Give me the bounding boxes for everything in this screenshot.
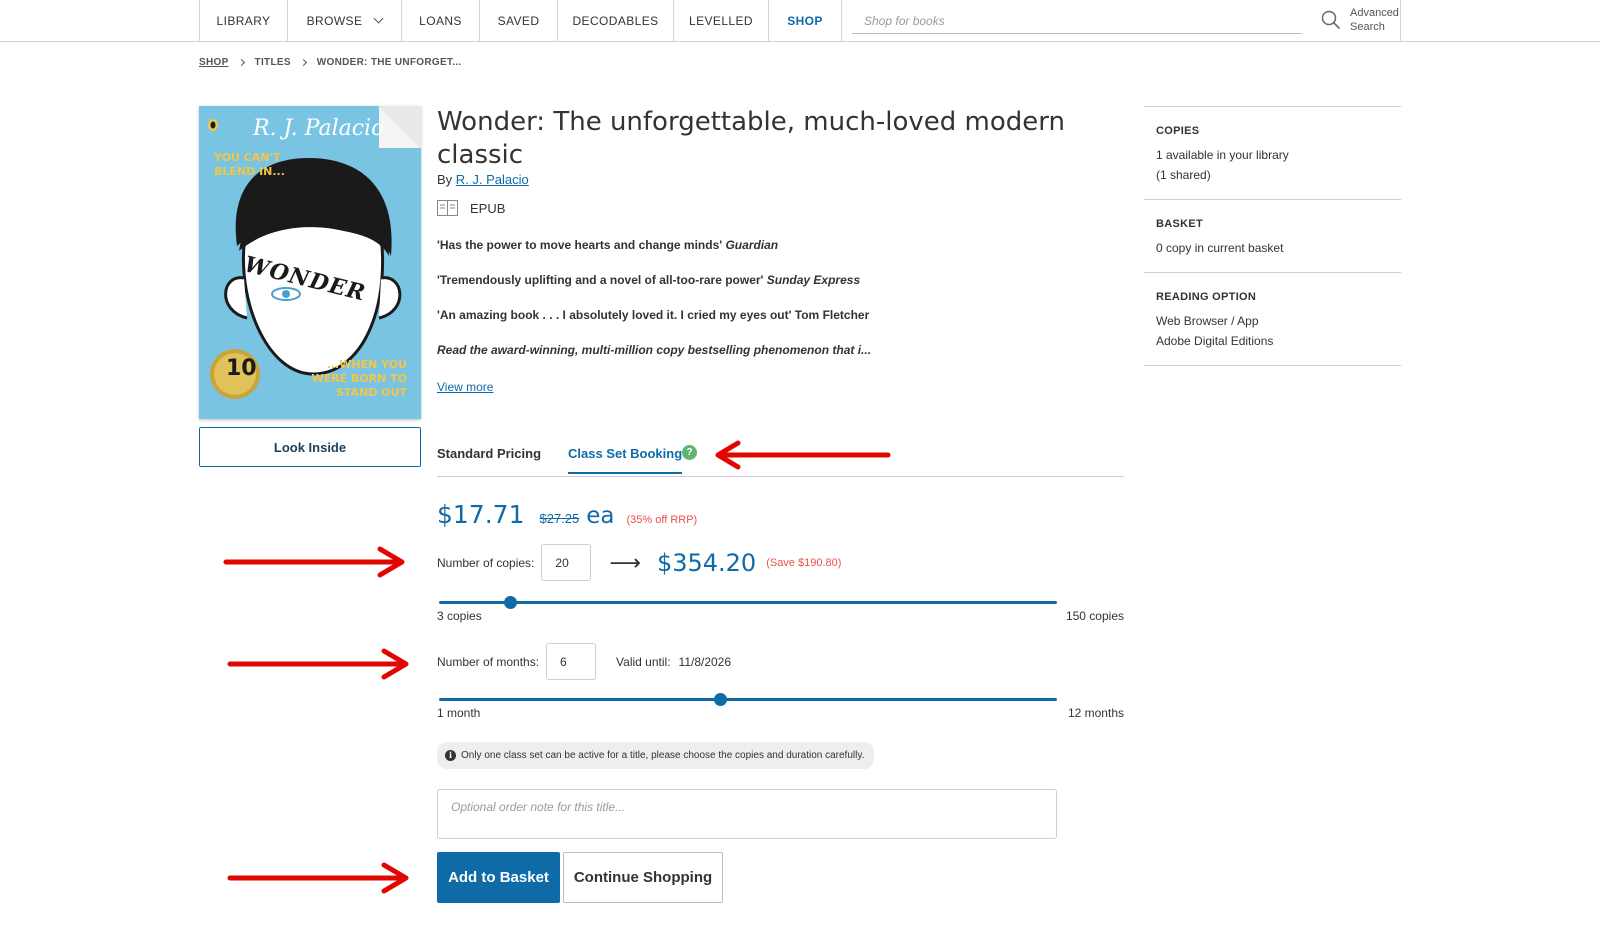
- unit-price: $17.71: [437, 500, 525, 529]
- copies-max-label: 150 copies: [1065, 609, 1124, 623]
- add-to-basket-button[interactable]: Add to Basket: [437, 852, 560, 903]
- valid-until-label: Valid until:: [616, 654, 671, 669]
- look-inside-button[interactable]: Look Inside: [199, 427, 421, 467]
- copies-slider[interactable]: [439, 595, 1057, 609]
- top-navigation: LIBRARY BROWSE LOANS SAVED DECODABLES LEVELLE…: [0, 0, 1600, 42]
- copies-slider-handle[interactable]: [504, 596, 518, 609]
- copies-section: COPIES 1 available in your library (1 sh…: [1144, 106, 1401, 199]
- basket-section: BASKET 0 copy in current basket: [1144, 199, 1401, 272]
- nav-bar: LIBRARY BROWSE LOANS SAVED DECODABLES LEVELLE…: [199, 0, 1401, 42]
- nav-item-loans[interactable]: LOANS: [402, 0, 480, 41]
- unit-label: ea: [586, 503, 615, 529]
- copies-row: Number of copies: ⟶ $354.20 (Save $190.8…: [437, 544, 841, 581]
- view-more-link[interactable]: View more: [437, 380, 493, 394]
- copies-slider-track[interactable]: [439, 601, 1057, 604]
- book-blurb: Read the award-winning, multi-million co…: [437, 343, 872, 357]
- info-icon: i: [445, 750, 456, 761]
- nav-item-label: LOANS: [419, 13, 462, 28]
- chevron-right-icon: [299, 58, 307, 67]
- nav-item-label: LIBRARY: [216, 13, 271, 28]
- chevron-right-icon: [237, 58, 245, 67]
- tab-class-set-booking[interactable]: Class Set Booking: [568, 446, 683, 474]
- nav-item-label: SHOP: [787, 13, 823, 28]
- by-label: By: [437, 172, 453, 187]
- review-quote: 'An amazing book . . . I absolutely love…: [437, 308, 870, 322]
- search-icon[interactable]: [1320, 9, 1342, 31]
- reading-option-section: READING OPTION Web Browser / App Adobe D…: [1144, 272, 1401, 366]
- arrow-right-icon: ⟶: [609, 549, 641, 575]
- reading-option-heading: READING OPTION: [1156, 291, 1257, 303]
- annotation-arrow-right: [227, 648, 409, 680]
- months-slider-track[interactable]: [439, 698, 1057, 701]
- nav-item-shop[interactable]: SHOP: [769, 0, 842, 41]
- review-quotes: 'Has the power to move hearts and change…: [437, 238, 1077, 378]
- availability-panel: COPIES 1 available in your library (1 sh…: [1144, 106, 1401, 366]
- help-icon[interactable]: ?: [682, 445, 697, 460]
- nav-item-label: LEVELLED: [689, 13, 753, 28]
- breadcrumb-titles[interactable]: TITLES: [255, 57, 291, 68]
- discount-label: (35% off RRP): [626, 514, 698, 526]
- cover-tagline-bottom: ...WHEN YOU WERE BORN TO STAND OUT: [311, 358, 407, 399]
- breadcrumb: SHOP TITLES WONDER: THE UNFORGET...: [199, 57, 461, 68]
- cover-tagline-top: YOU CAN'T BLEND IN...: [214, 151, 285, 178]
- book-title: Wonder: The unforgettable, much-loved mo…: [437, 107, 1065, 170]
- format-row: EPUB: [437, 200, 505, 216]
- nav-item-saved[interactable]: SAVED: [480, 0, 558, 41]
- basket-count: 0 copy in current basket: [1156, 241, 1284, 255]
- rrp-price: $27.25: [539, 511, 580, 526]
- months-label: Number of months:: [437, 654, 540, 669]
- breadcrumb-current: WONDER: THE UNFORGET...: [316, 57, 462, 68]
- cover-badge: 10: [226, 356, 257, 381]
- months-min-label: 1 month: [437, 706, 481, 720]
- reading-option-web: Web Browser / App: [1156, 314, 1259, 328]
- copies-label: Number of copies:: [437, 555, 535, 570]
- save-label: (Save $190.80): [766, 556, 842, 569]
- search-area: Advanced Search: [842, 0, 1400, 42]
- months-max-label: 12 months: [1067, 706, 1124, 720]
- book-cover[interactable]: R. J. Palacio YOU CAN'T BLEND IN... WOND…: [199, 106, 421, 419]
- order-note-field[interactable]: [437, 789, 1057, 839]
- copies-min-label: 3 copies: [437, 609, 482, 623]
- annotation-arrow-left: [715, 440, 891, 470]
- nav-item-label: SAVED: [497, 13, 540, 28]
- copies-input[interactable]: [541, 544, 592, 581]
- price-row: $17.71 $27.25 ea (35% off RRP): [437, 500, 697, 529]
- breadcrumb-shop[interactable]: SHOP: [199, 57, 229, 68]
- months-row: Number of months: Valid until: 11/8/2026: [437, 643, 731, 680]
- copies-shared: (1 shared): [1156, 168, 1211, 182]
- reading-option-ade: Adobe Digital Editions: [1156, 334, 1274, 348]
- annotation-arrow-right: [223, 546, 405, 578]
- advanced-search-link[interactable]: Advanced Search: [1350, 6, 1410, 34]
- months-input[interactable]: [546, 643, 597, 680]
- notice-text: Only one class set can be active for a t…: [461, 750, 865, 761]
- author-link[interactable]: R. J. Palacio: [456, 172, 529, 187]
- total-price: $354.20: [656, 548, 757, 577]
- book-format-icon: [437, 200, 458, 216]
- months-slider[interactable]: [439, 692, 1057, 706]
- review-quote: 'Has the power to move hearts and change…: [437, 238, 779, 252]
- class-set-notice: i Only one class set can be active for a…: [437, 742, 875, 769]
- nav-item-label: BROWSE: [306, 13, 363, 28]
- format-label: EPUB: [470, 200, 506, 216]
- review-quote: 'Tremendously uplifting and a novel of a…: [437, 273, 861, 287]
- nav-item-library[interactable]: LIBRARY: [200, 0, 288, 41]
- chevron-down-icon: [373, 13, 384, 23]
- valid-until-date: 11/8/2026: [678, 654, 732, 669]
- nav-item-label: DECODABLES: [572, 13, 659, 28]
- annotation-arrow-right: [227, 862, 409, 894]
- nav-item-decodables[interactable]: DECODABLES: [558, 0, 674, 41]
- cover-author: R. J. Palacio: [253, 116, 385, 141]
- nav-item-browse[interactable]: BROWSE: [288, 0, 402, 41]
- byline: By R. J. Palacio: [437, 172, 529, 187]
- nav-item-levelled[interactable]: LEVELLED: [674, 0, 769, 41]
- continue-shopping-button[interactable]: Continue Shopping: [563, 852, 723, 903]
- tab-standard-pricing[interactable]: Standard Pricing: [437, 446, 541, 461]
- search-input[interactable]: [852, 8, 1302, 34]
- copies-heading: COPIES: [1156, 125, 1200, 137]
- months-slider-handle[interactable]: [713, 693, 727, 706]
- copies-available: 1 available in your library: [1156, 148, 1289, 162]
- basket-heading: BASKET: [1156, 218, 1204, 230]
